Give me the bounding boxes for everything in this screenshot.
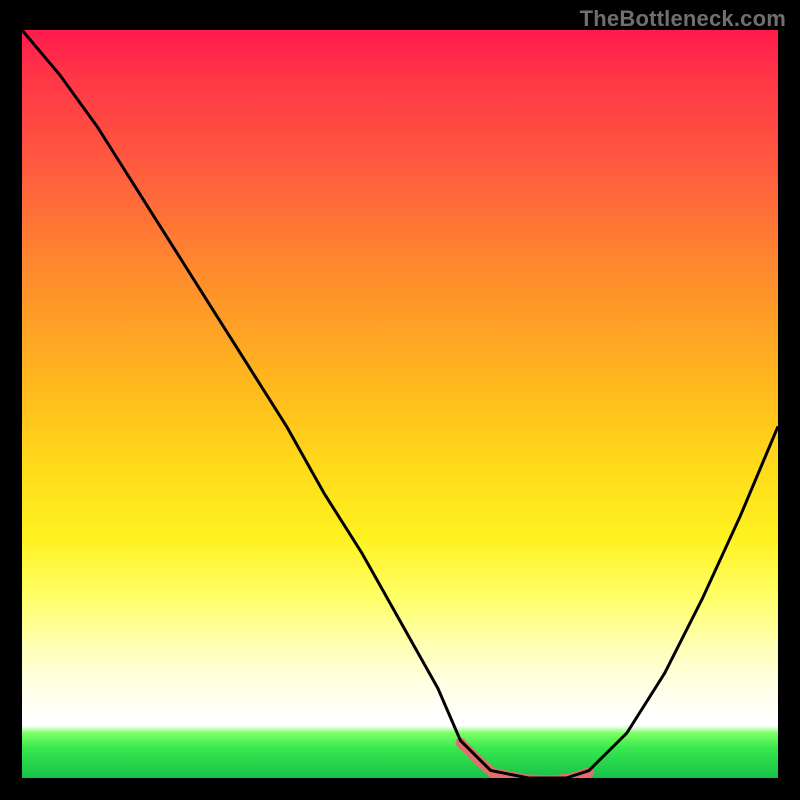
- watermark-text: TheBottleneck.com: [580, 6, 786, 32]
- curve-svg: [22, 30, 778, 778]
- bottleneck-curve-line: [22, 30, 778, 778]
- gradient-panel: [22, 30, 778, 778]
- chart-stage: TheBottleneck.com: [0, 0, 800, 800]
